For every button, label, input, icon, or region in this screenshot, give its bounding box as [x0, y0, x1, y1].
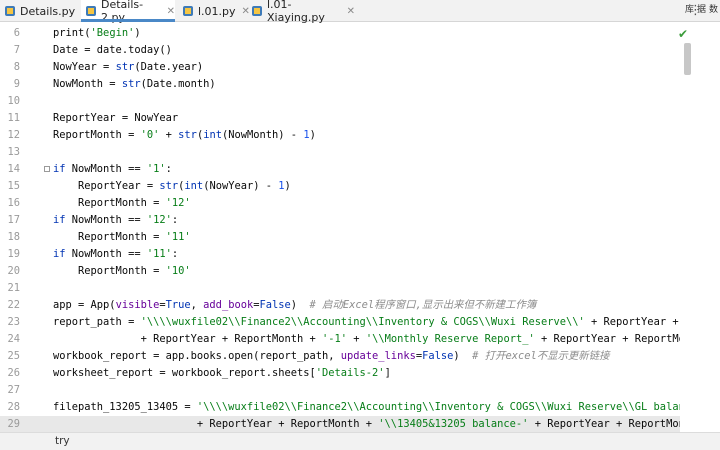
code-text: ReportYear = NowYear — [53, 112, 179, 124]
code-text: NowMonth = str(Date.month) — [53, 78, 216, 90]
breadcrumb-status-bar: try — [0, 432, 720, 450]
tab-label: l.01.py — [198, 4, 236, 18]
line-number: 24 — [7, 333, 20, 345]
code-line[interactable]: 18 ReportMonth = '11' — [0, 229, 700, 246]
line-number: 14 — [7, 163, 20, 175]
python-file-icon — [182, 5, 194, 17]
code-text: ReportMonth = '12' — [53, 197, 191, 209]
code-line[interactable]: 16 ReportMonth = '12' — [0, 195, 700, 212]
breadcrumb-item[interactable]: try — [55, 435, 70, 447]
code-text: + ReportYear + ReportMonth + '\\13405&13… — [53, 418, 700, 430]
line-number: 12 — [7, 129, 20, 141]
code-line[interactable]: 6 print('Begin') — [0, 25, 700, 42]
tab-label: l.01-Xiaying.py — [267, 0, 325, 24]
line-number: 11 — [7, 112, 20, 124]
line-number: 13 — [7, 146, 20, 158]
code-text: ReportMonth = '10' — [53, 265, 191, 277]
code-line[interactable]: 19 if NowMonth == '11': — [0, 246, 700, 263]
vertical-scrollbar[interactable]: ✔ — [678, 23, 700, 432]
inspection-ok-icon[interactable]: ✔ — [678, 27, 688, 41]
code-line[interactable]: 21 — [0, 280, 700, 297]
line-number: 29 — [7, 418, 20, 430]
line-number: 27 — [7, 384, 20, 396]
code-text: worksheet_report = workbook_report.sheet… — [53, 367, 391, 379]
code-line[interactable]: 17 if NowMonth == '12': — [0, 212, 700, 229]
line-number: 16 — [7, 197, 20, 209]
code-line[interactable]: 13 — [0, 144, 700, 161]
editor-tab-bar: Details.py ✕ Details-2.py ✕ l.01.py ✕ l.… — [0, 0, 720, 24]
code-text: NowYear = str(Date.year) — [53, 61, 204, 73]
python-file-icon — [4, 5, 16, 17]
code-editor[interactable]: 6 print('Begin') 7 Date = date.today() 8 NowY… — [0, 23, 700, 432]
code-text: if NowMonth == '1': — [53, 163, 172, 175]
code-line[interactable]: 26 worksheet_report = workbook_report.she… — [0, 365, 700, 382]
code-line[interactable]: 29 + ReportYear + ReportMonth + '\\13405… — [0, 416, 700, 432]
code-line[interactable]: 7 Date = date.today() — [0, 42, 700, 59]
code-line[interactable]: 28 filepath_13205_13405 = '\\\\wuxfile02\… — [0, 399, 700, 416]
code-line[interactable]: 9 NowMonth = str(Date.month) — [0, 76, 700, 93]
code-line[interactable]: 24 + ReportYear + ReportMonth + '-1' + '… — [0, 331, 700, 348]
tab-label: Details-2.py — [101, 0, 144, 24]
code-line[interactable]: 22 app = App(visible=True, add_book=False… — [0, 297, 700, 314]
code-line[interactable]: 25 workbook_report = app.books.open(repor… — [0, 348, 700, 365]
code-text: app = App(visible=True, add_book=False) … — [53, 299, 537, 311]
line-number: 7 — [13, 44, 20, 56]
code-line[interactable]: 23 report_path = '\\\\wuxfile02\\Finance2… — [0, 314, 700, 331]
line-number: 28 — [7, 401, 20, 413]
code-line[interactable]: 27 — [0, 382, 700, 399]
line-number: 18 — [7, 231, 20, 243]
code-text: Date = date.today() — [53, 44, 172, 56]
line-number: 10 — [7, 95, 20, 107]
close-icon[interactable]: ✕ — [347, 6, 355, 17]
tab-details[interactable]: Details.py ✕ — [0, 0, 90, 22]
line-number: 17 — [7, 214, 20, 226]
code-text: ReportYear = str(int(NowYear) - 1) — [53, 180, 291, 192]
code-text: if NowMonth == '11': — [53, 248, 179, 260]
line-number: 6 — [13, 27, 20, 39]
code-text: ReportMonth = '11' — [53, 231, 191, 243]
line-number: 26 — [7, 367, 20, 379]
python-file-icon — [85, 5, 97, 17]
close-icon[interactable]: ✕ — [167, 6, 175, 17]
code-line[interactable]: 14 if NowMonth == '1': — [0, 161, 700, 178]
line-number: 25 — [7, 350, 20, 362]
tab-l01-xiaying[interactable]: l.01-Xiaying.py ✕ — [247, 0, 355, 24]
line-number: 20 — [7, 265, 20, 277]
tab-label: Details.py — [20, 4, 76, 18]
line-number: 21 — [7, 282, 20, 294]
code-text: report_path = '\\\\wuxfile02\\Finance2\\… — [53, 316, 700, 328]
database-tool-window-label[interactable]: 数据库 — [683, 4, 718, 21]
line-number: 8 — [13, 61, 20, 73]
code-text: print('Begin') — [53, 27, 141, 39]
tab-l01[interactable]: l.01.py ✕ — [178, 0, 250, 22]
line-number: 23 — [7, 316, 20, 328]
fold-marker-icon[interactable] — [44, 166, 50, 172]
scrollbar-thumb[interactable] — [684, 43, 691, 75]
code-line[interactable]: 8 NowYear = str(Date.year) — [0, 59, 700, 76]
code-line[interactable]: 11 ReportYear = NowYear — [0, 110, 700, 127]
code-line[interactable]: 20 ReportMonth = '10' — [0, 263, 700, 280]
code-line[interactable]: 12 ReportMonth = '0' + str(int(NowMonth) … — [0, 127, 700, 144]
line-number: 19 — [7, 248, 20, 260]
line-number: 22 — [7, 299, 20, 311]
code-text: if NowMonth == '12': — [53, 214, 179, 226]
code-line[interactable]: 10 — [0, 93, 700, 110]
line-number: 9 — [13, 78, 20, 90]
line-number: 15 — [7, 180, 20, 192]
tab-details-2[interactable]: Details-2.py ✕ — [81, 0, 175, 24]
code-text: filepath_13205_13405 = '\\\\wuxfile02\\F… — [53, 401, 700, 413]
python-file-icon — [251, 5, 263, 17]
code-text: + ReportYear + ReportMonth + '-1' + '\\M… — [53, 333, 700, 345]
code-text: ReportMonth = '0' + str(int(NowMonth) - … — [53, 129, 316, 141]
code-line[interactable]: 15 ReportYear = str(int(NowYear) - 1) — [0, 178, 700, 195]
code-text: workbook_report = app.books.open(report_… — [53, 350, 610, 362]
